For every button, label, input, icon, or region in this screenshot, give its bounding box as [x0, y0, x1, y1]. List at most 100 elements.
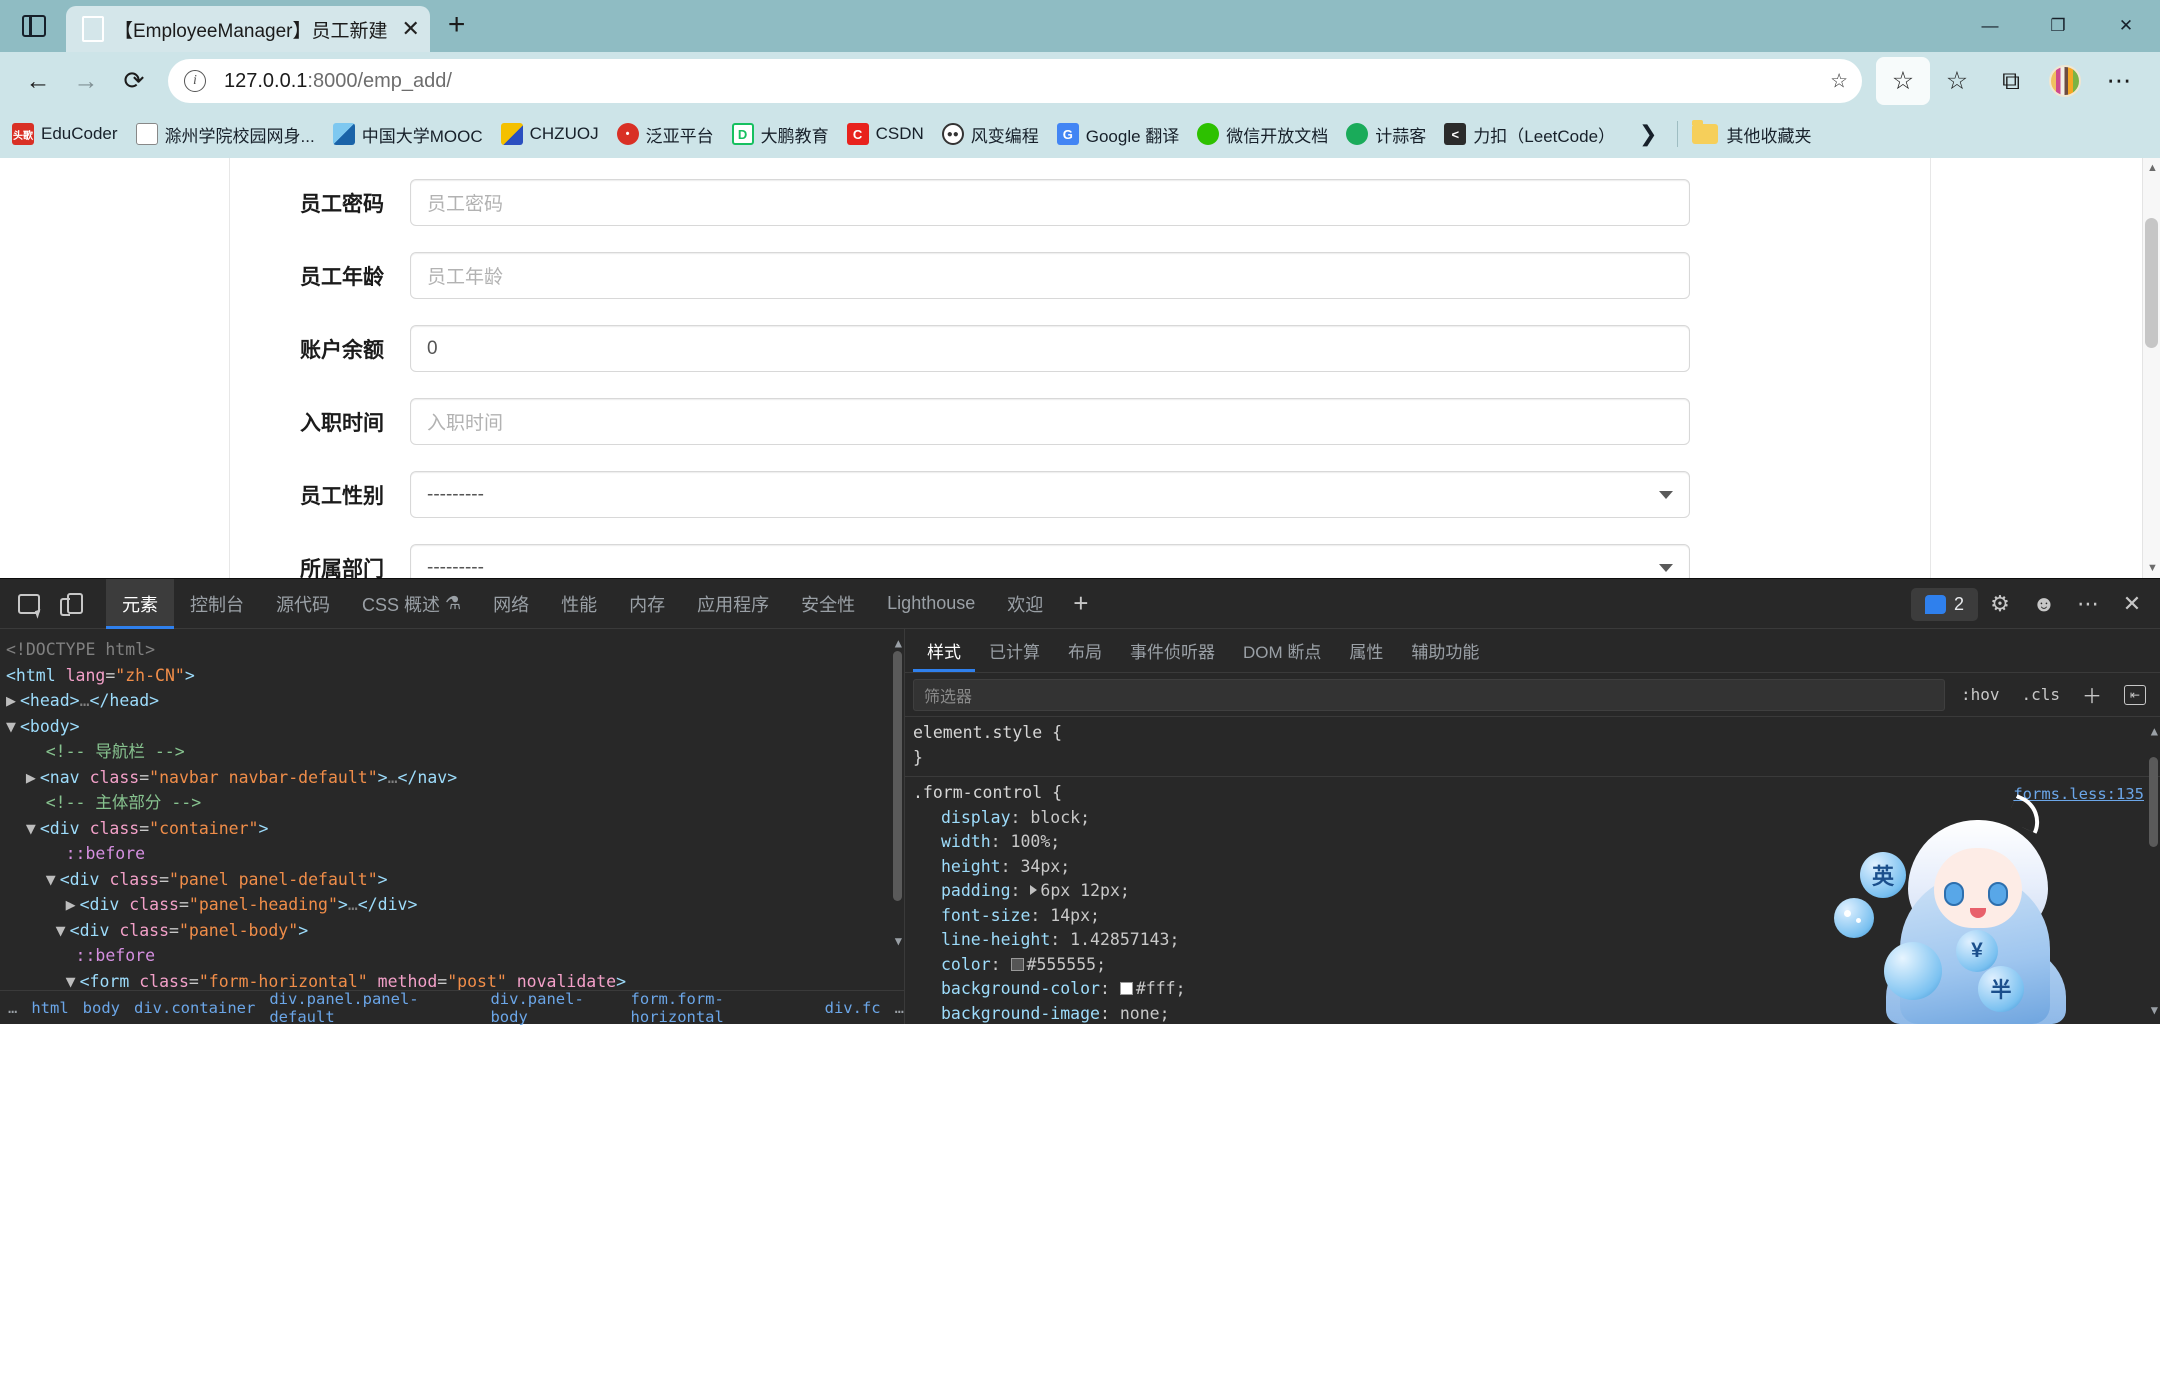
scroll-up-icon[interactable]: ▲ — [2151, 719, 2158, 744]
tab-memory[interactable]: 内存 — [613, 579, 681, 629]
cls-button[interactable]: .cls — [2015, 685, 2066, 704]
tab-accessibility[interactable]: 辅助功能 — [1397, 629, 1493, 672]
breadcrumb-panel[interactable]: div.panel.panel-default — [269, 990, 476, 1026]
scroll-down-icon[interactable]: ▼ — [2151, 998, 2158, 1023]
expand-icon[interactable] — [1030, 885, 1038, 895]
css-source-link[interactable]: forms.less:135 — [2013, 782, 2144, 807]
new-style-rule-icon[interactable]: ＋ — [2076, 680, 2108, 709]
collections-icon[interactable]: ⧉ — [1984, 57, 2038, 105]
reload-icon[interactable]: ⟳ — [110, 57, 158, 105]
breadcrumb-panel-body[interactable]: div.panel-body — [490, 990, 616, 1026]
color-swatch[interactable] — [1119, 982, 1133, 995]
forward-icon[interactable]: → — [62, 57, 110, 105]
bookmark-item[interactable]: 头歌 EduCoder — [12, 123, 118, 145]
maximize-icon[interactable]: ❐ — [2024, 0, 2092, 52]
scroll-down-icon[interactable]: ▼ — [895, 929, 902, 955]
css-scrollbar[interactable]: ▲ ▼ — [2146, 717, 2160, 1024]
tab-dom-breakpoints[interactable]: DOM 断点 — [1229, 629, 1335, 672]
bookmark-item[interactable]: ●● 风变编程 — [941, 122, 1039, 147]
css-declaration[interactable]: width: 100%; — [905, 830, 2160, 855]
bookmark-item[interactable]: 计蒜客 — [1346, 122, 1426, 147]
breadcrumb-div-fc[interactable]: div.fc — [825, 999, 881, 1017]
more-options-icon[interactable]: ⋯ — [2092, 57, 2146, 105]
input-create-time[interactable]: 入职时间 — [410, 398, 1690, 445]
bookmark-item[interactable]: D 大鹏教育 — [731, 122, 829, 147]
breadcrumb-overflow[interactable]: … — [8, 999, 17, 1017]
css-declaration[interactable]: line-height: 1.42857143; — [905, 928, 2160, 953]
more-options-icon[interactable]: ⋯ — [2066, 582, 2110, 626]
bookmark-item[interactable]: CHZUOJ — [500, 123, 599, 145]
input-age[interactable]: 员工年龄 — [410, 252, 1690, 299]
hov-button[interactable]: :hov — [1955, 685, 2006, 704]
breadcrumb-html[interactable]: html — [31, 999, 68, 1017]
tab-network[interactable]: 网络 — [477, 579, 545, 629]
css-declaration[interactable]: display: block; — [905, 806, 2160, 831]
bookmark-item[interactable]: < 力扣（LeetCode） — [1444, 122, 1615, 147]
dom-node-panel-body[interactable]: ▼ <div class="panel-body"> — [6, 918, 904, 944]
breadcrumb-body[interactable]: body — [83, 999, 120, 1017]
close-devtools-icon[interactable]: ✕ — [2110, 582, 2154, 626]
dom-node-form[interactable]: ▼ <form class="form-horizontal" method="p… — [6, 969, 904, 991]
dom-node-panel[interactable]: ▼ <div class="panel panel-default"> — [6, 867, 904, 893]
tab-actions-icon[interactable] — [8, 0, 60, 52]
new-tab-button[interactable]: + — [430, 8, 484, 52]
tab-welcome[interactable]: 欢迎 — [991, 579, 1059, 629]
tab-security[interactable]: 安全性 — [785, 579, 871, 629]
favorites-star-icon[interactable]: ☆ — [1876, 57, 1930, 105]
tab-event-listeners[interactable]: 事件侦听器 — [1116, 629, 1229, 672]
page-scrollbar[interactable]: ▲ ▼ — [2142, 158, 2160, 578]
dom-node-head[interactable]: ▶ <head>…</head> — [6, 688, 904, 714]
bookmarks-overflow-icon[interactable]: ❯ — [1639, 121, 1657, 147]
scrollbar-thumb[interactable] — [893, 651, 902, 901]
profile-avatar[interactable] — [2038, 57, 2092, 105]
css-declaration[interactable]: background-color: #fff; — [905, 977, 2160, 1002]
tab-css-overview[interactable]: CSS 概述 ⚗ — [346, 579, 477, 629]
scroll-up-icon[interactable]: ▲ — [2147, 162, 2158, 174]
tab-layout[interactable]: 布局 — [1054, 629, 1116, 672]
dom-tree[interactable]: <!DOCTYPE html> <html lang="zh-CN"> ▶ <he… — [0, 629, 904, 990]
select-department[interactable]: --------- — [410, 544, 1690, 578]
color-swatch[interactable] — [1010, 957, 1024, 971]
bookmark-item[interactable]: 中国大学MOOC — [332, 122, 483, 147]
css-declaration[interactable]: font-size: 14px; — [905, 904, 2160, 929]
issues-badge[interactable]: 2 — [1910, 587, 1978, 621]
styles-filter-input[interactable]: 筛选器 — [913, 678, 1945, 711]
input-password[interactable]: 员工密码 — [410, 179, 1690, 226]
other-favorites-button[interactable]: 其他收藏夹 — [1692, 120, 1811, 147]
close-icon[interactable]: ✕ — [401, 18, 419, 40]
tab-computed[interactable]: 已计算 — [975, 629, 1054, 672]
bookmark-item[interactable]: G Google 翻译 — [1056, 122, 1179, 147]
bookmark-item[interactable]: 微信开放文档 — [1197, 122, 1328, 147]
css-declaration[interactable]: height: 34px; — [905, 855, 2160, 880]
dom-node-nav[interactable]: ▶ <nav class="navbar navbar-default">…</n… — [6, 765, 904, 791]
dom-node-container[interactable]: ▼ <div class="container"> — [6, 816, 904, 842]
browser-tab[interactable]: 【EmployeeManager】员工新建 ✕ — [66, 6, 430, 52]
add-panel-button[interactable]: + — [1059, 579, 1102, 629]
breadcrumb-more[interactable]: … — [895, 999, 904, 1017]
css-declaration[interactable]: background-image: none; — [905, 1002, 2160, 1025]
tab-elements[interactable]: 元素 — [106, 578, 174, 629]
css-selector[interactable]: .form-control { — [905, 781, 2160, 806]
css-declaration[interactable]: color: #555555; — [905, 953, 2160, 978]
tab-performance[interactable]: 性能 — [545, 579, 613, 629]
dom-node-body[interactable]: ▼ <body> — [6, 714, 904, 740]
breadcrumb-container[interactable]: div.container — [134, 999, 255, 1017]
tab-console[interactable]: 控制台 — [174, 579, 260, 629]
css-selector[interactable]: element.style { — [905, 721, 2160, 746]
tab-application[interactable]: 应用程序 — [681, 579, 785, 629]
settings-gear-icon[interactable]: ⚙ — [1978, 582, 2022, 626]
add-favorite-icon[interactable]: ☆ — [1830, 69, 1848, 94]
tab-lighthouse[interactable]: Lighthouse — [871, 579, 991, 629]
dom-scrollbar[interactable]: ▲ ▼ — [890, 629, 904, 956]
tab-properties[interactable]: 属性 — [1335, 629, 1397, 672]
tab-styles[interactable]: 样式 — [913, 629, 975, 672]
toggle-sidebar-icon[interactable]: ⇤ — [2118, 684, 2152, 705]
select-gender[interactable]: --------- — [410, 471, 1690, 518]
scroll-down-icon[interactable]: ▼ — [2147, 562, 2158, 574]
breadcrumb-form[interactable]: form.form-horizontal — [631, 990, 811, 1026]
feedback-icon[interactable]: ☻ — [2022, 582, 2066, 626]
css-declaration[interactable]: padding: 6px 12px; — [905, 879, 2160, 904]
device-toolbar-icon[interactable] — [52, 581, 98, 627]
tab-sources[interactable]: 源代码 — [260, 579, 346, 629]
address-bar[interactable]: i 127.0.0.1:8000/emp_add/ ☆ — [168, 59, 1862, 103]
